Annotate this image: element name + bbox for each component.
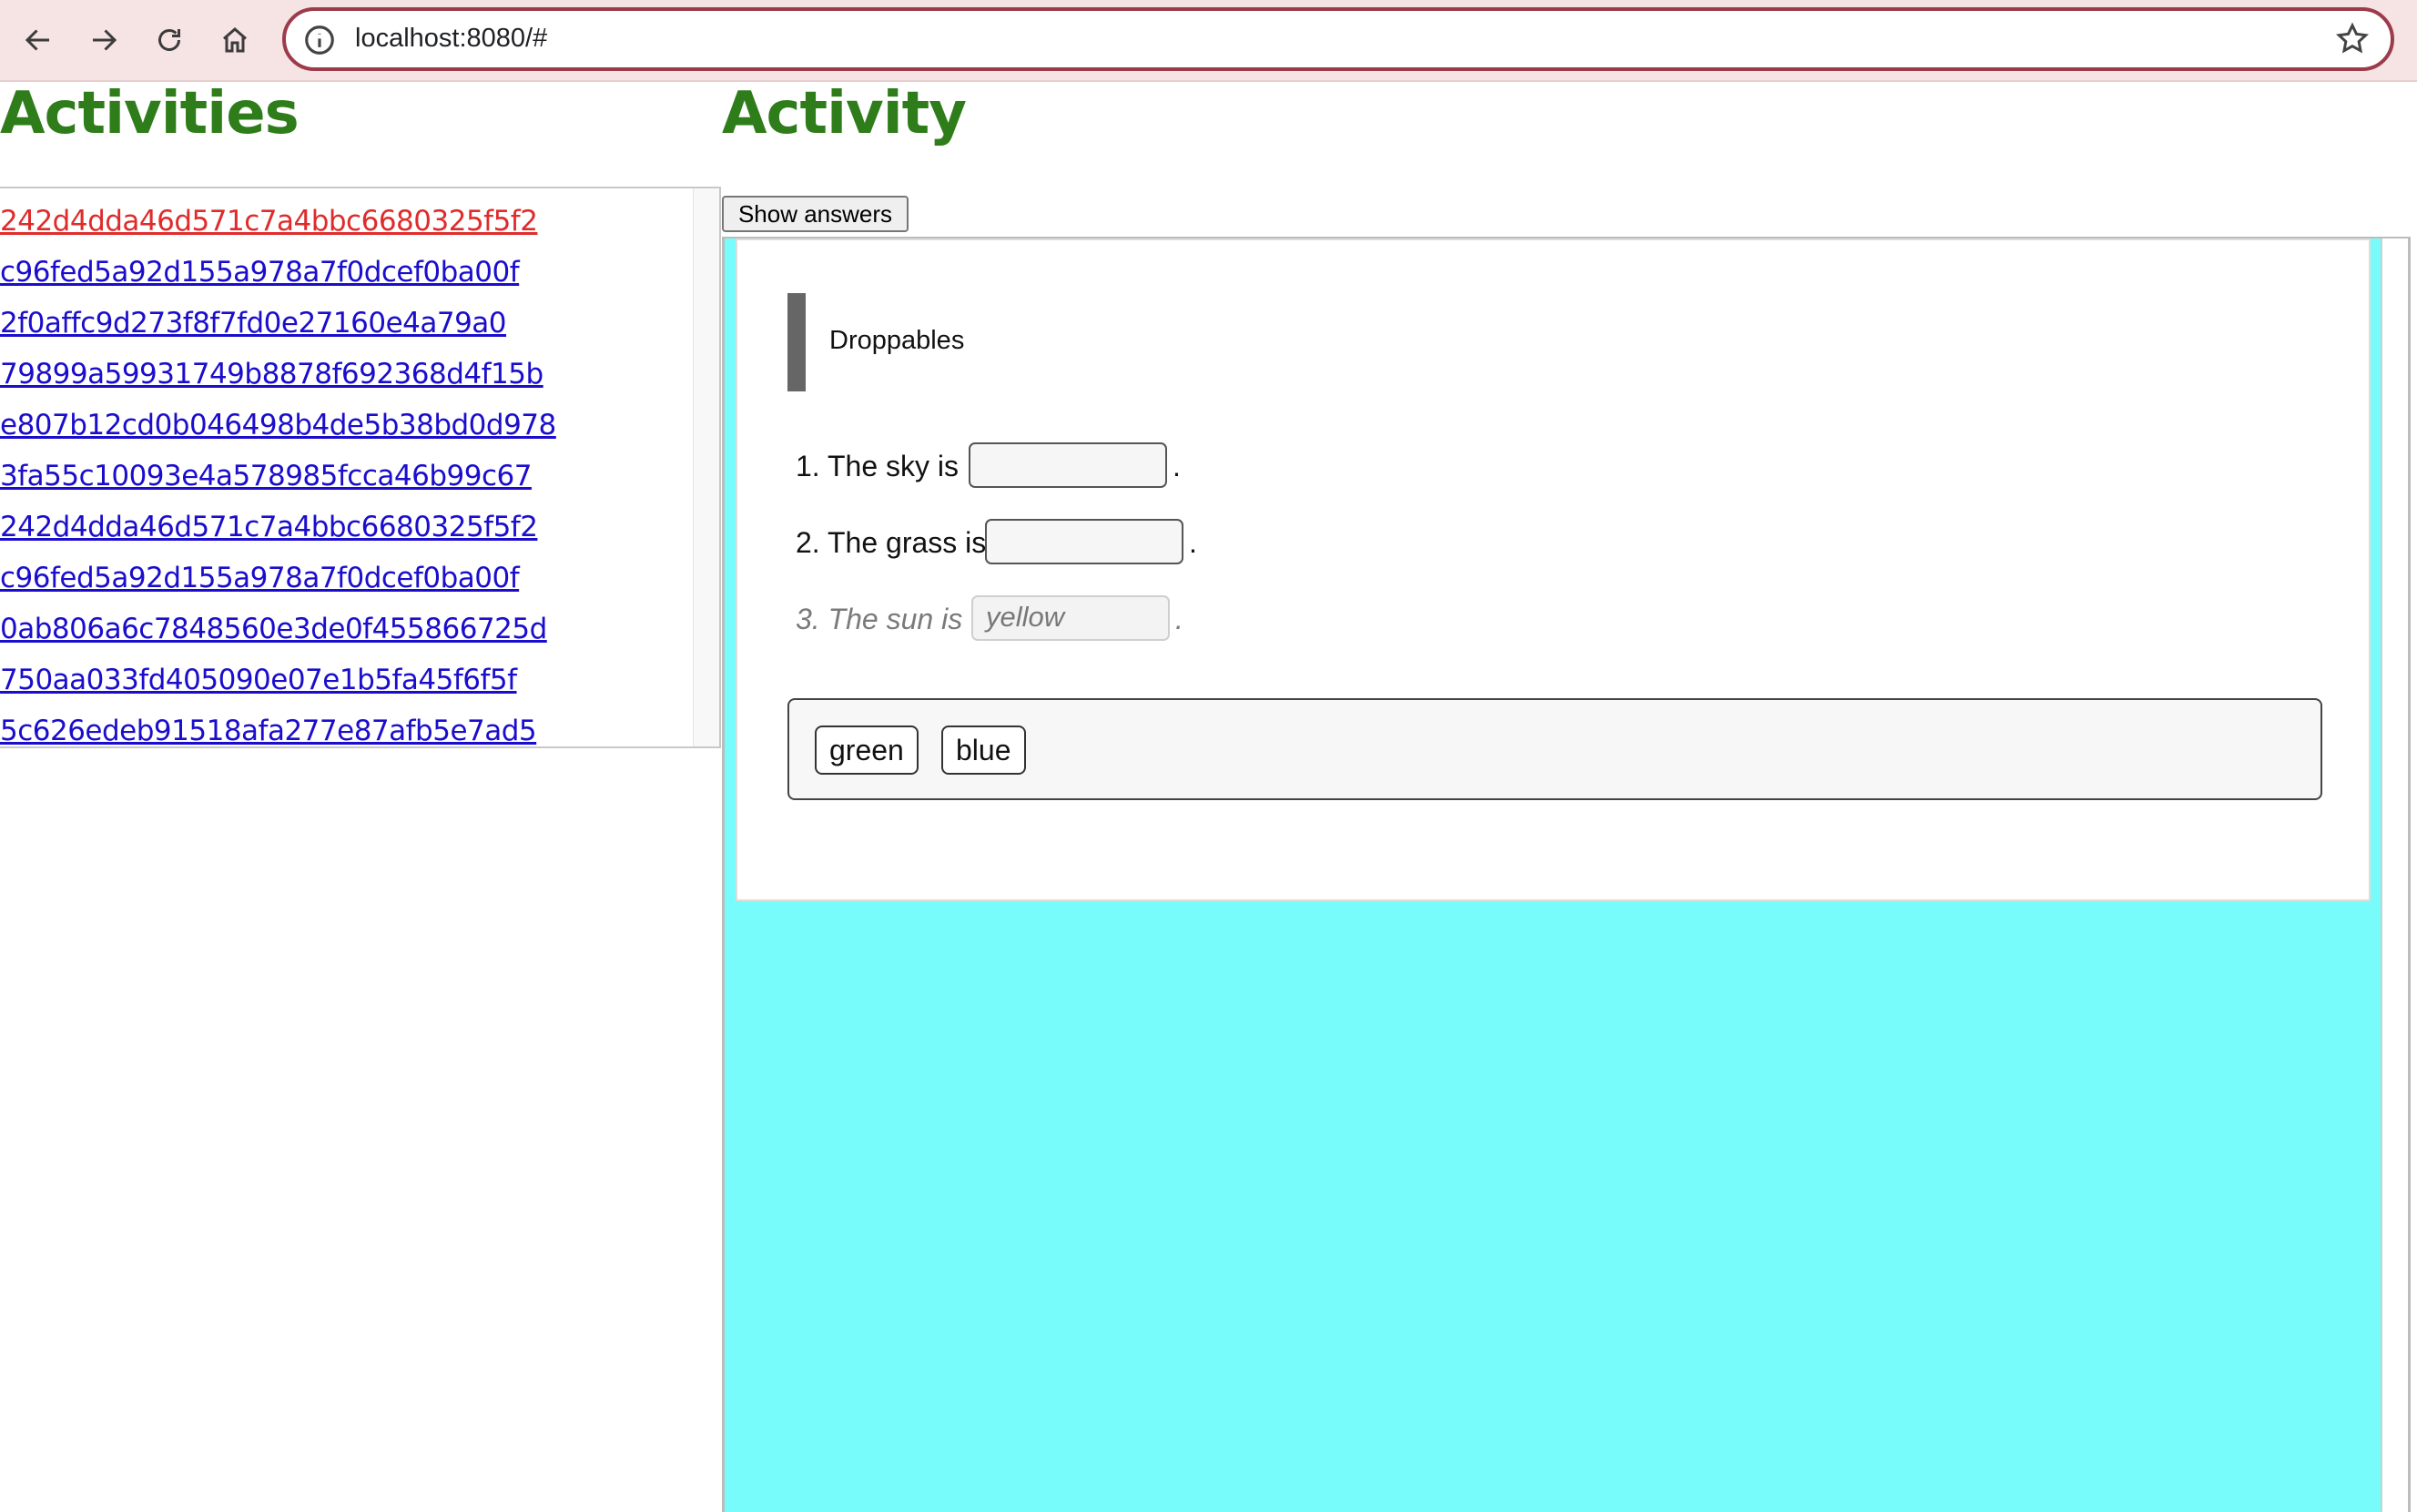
activity-scrollbar[interactable] — [2381, 238, 2408, 1512]
activity-frame: Droppables 1. The sky is. 2. The grass is… — [722, 237, 2411, 1512]
forward-icon[interactable] — [76, 13, 131, 67]
activity-link[interactable]: 5c626edeb91518afa277e87afb5e7ad5 — [0, 705, 537, 756]
drop-slot[interactable] — [985, 519, 1183, 564]
activity-link[interactable]: 2f0affc9d273f8f7fd0e27160e4a79a0 — [0, 298, 507, 349]
site-info-icon[interactable] — [302, 23, 337, 57]
activity-link[interactable]: 79899a59931749b8878f692368d4f15b — [0, 349, 543, 400]
activity-card: Droppables 1. The sky is. 2. The grass is… — [736, 238, 2371, 901]
question-end: . — [1173, 450, 1181, 482]
activities-list: 242d4dda46d571c7a4bbc6680325f5f2 c96fed5a… — [0, 196, 556, 756]
draggable-word-chip[interactable]: green — [815, 726, 919, 775]
list-item: 750aa033fd405090e07e1b5fa45f6f5f — [0, 655, 556, 705]
activity-link[interactable]: 750aa033fd405090e07e1b5fa45f6f5f — [0, 655, 517, 705]
list-item: 79899a59931749b8878f692368d4f15b — [0, 349, 556, 400]
draggable-word-chip[interactable]: blue — [941, 726, 1026, 775]
list-item: e807b12cd0b046498b4de5b38bd0d978 — [0, 400, 556, 451]
activities-list-panel: 242d4dda46d571c7a4bbc6680325f5f2 c96fed5a… — [0, 187, 721, 748]
question-end: . — [1189, 526, 1197, 559]
list-item: 242d4dda46d571c7a4bbc6680325f5f2 — [0, 196, 556, 247]
list-item: 3fa55c10093e4a578985fcca46b99c67 — [0, 451, 556, 502]
activity-link[interactable]: 0ab806a6c7848560e3de0f455866725d — [0, 604, 547, 655]
activity-link[interactable]: c96fed5a92d155a978a7f0dcef0ba00f — [0, 247, 520, 298]
card-title: Droppables — [829, 326, 965, 355]
list-item: c96fed5a92d155a978a7f0dcef0ba00f — [0, 553, 556, 604]
address-bar[interactable]: localhost:8080/# — [282, 7, 2394, 71]
activity-link[interactable]: 242d4dda46d571c7a4bbc6680325f5f2 — [0, 502, 538, 553]
header-accent-bar — [787, 293, 806, 391]
list-item: c96fed5a92d155a978a7f0dcef0ba00f — [0, 247, 556, 298]
back-icon[interactable] — [11, 13, 66, 67]
drop-slot[interactable]: yellow — [971, 595, 1170, 641]
bookmark-star-icon[interactable] — [2334, 21, 2371, 57]
question-text: 2. The grass is — [796, 526, 987, 559]
activities-scrollbar[interactable] — [693, 188, 719, 746]
list-item: 0ab806a6c7848560e3de0f455866725d — [0, 604, 556, 655]
activity-heading: Activity — [722, 80, 967, 147]
list-item: 5c626edeb91518afa277e87afb5e7ad5 — [0, 705, 556, 756]
question-end: . — [1175, 603, 1183, 635]
drop-slot[interactable] — [969, 442, 1167, 488]
reload-icon[interactable] — [142, 13, 197, 67]
list-item: 242d4dda46d571c7a4bbc6680325f5f2 — [0, 502, 556, 553]
activity-link[interactable]: 242d4dda46d571c7a4bbc6680325f5f2 — [0, 196, 538, 247]
show-answers-button[interactable]: Show answers — [722, 196, 909, 232]
word-bank: green blue — [787, 698, 2322, 800]
list-item: 2f0affc9d273f8f7fd0e27160e4a79a0 — [0, 298, 556, 349]
url-text[interactable]: localhost:8080/# — [355, 24, 547, 54]
question-text: 3. The sun is — [796, 603, 963, 635]
activity-link[interactable]: c96fed5a92d155a978a7f0dcef0ba00f — [0, 553, 520, 604]
home-icon[interactable] — [208, 13, 262, 67]
activities-heading: Activities — [0, 80, 300, 147]
browser-toolbar: localhost:8080/# — [0, 0, 2417, 82]
question-text: 1. The sky is — [796, 450, 960, 482]
activity-link[interactable]: 3fa55c10093e4a578985fcca46b99c67 — [0, 451, 532, 502]
activity-link[interactable]: e807b12cd0b046498b4de5b38bd0d978 — [0, 400, 556, 451]
